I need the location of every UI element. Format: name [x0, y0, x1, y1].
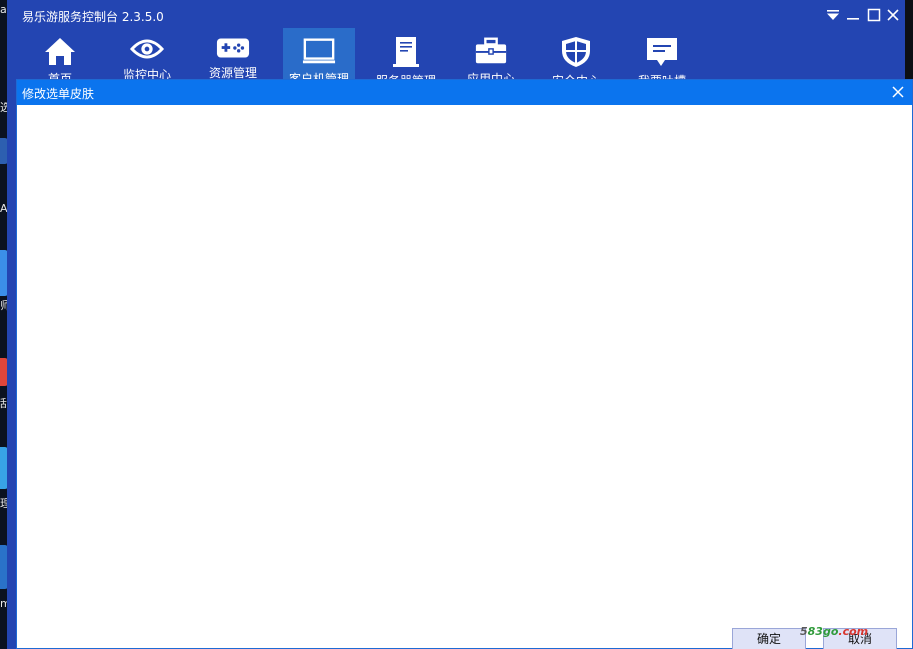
message-icon: [647, 38, 677, 66]
dialog-titlebar[interactable]: 修改选单皮肤: [17, 80, 912, 105]
toolbar-item-feedback[interactable]: 我要吐槽: [626, 28, 698, 80]
confirm-button[interactable]: 确定: [732, 628, 806, 649]
toolbar-item-server-management[interactable]: 服务器管理: [370, 28, 442, 80]
minimize-icon: [847, 18, 859, 20]
toolbar-item-client-management[interactable]: 客户机管理: [283, 28, 355, 80]
menu-dropdown-button[interactable]: [824, 6, 842, 24]
maximize-button[interactable]: [865, 6, 883, 24]
dialog-content-area: [17, 105, 912, 625]
shield-icon: [562, 37, 590, 67]
maximize-icon: [867, 8, 881, 22]
close-icon: [892, 86, 904, 98]
toolbox-icon: [475, 37, 507, 64]
close-window-button[interactable]: [884, 6, 902, 24]
minimize-button[interactable]: [844, 6, 862, 24]
eye-icon: [130, 39, 164, 59]
main-toolbar: 首页 监控中心 资源管理 客户机管理 应用中心: [7, 28, 905, 80]
toolbar-item-security-center[interactable]: 安全中心: [540, 28, 612, 80]
site-watermark: 583go.com: [800, 625, 869, 638]
dropdown-triangle-icon: [827, 10, 839, 20]
toolbar-item-label: 资源管理: [208, 66, 257, 80]
toolbar-item-resource-management[interactable]: 资源管理: [197, 28, 269, 80]
monitor-icon: [302, 38, 336, 64]
title-bar[interactable]: 易乐游服务控制台 2.3.5.0: [7, 0, 905, 30]
toolbar-item-app-center[interactable]: 应用中心: [455, 28, 527, 80]
home-icon: [45, 38, 75, 65]
skin-dialog: 修改选单皮肤 确定 取消: [16, 79, 913, 649]
toolbar-item-label: 监控中心: [122, 68, 171, 80]
server-icon: [393, 37, 419, 67]
toolbar-item-monitor-center[interactable]: 监控中心: [111, 28, 183, 80]
app-title: 易乐游服务控制台 2.3.5.0: [22, 10, 164, 24]
toolbar-item-home[interactable]: 首页: [24, 28, 96, 80]
dialog-close-button[interactable]: [890, 84, 906, 100]
close-icon: [887, 9, 899, 21]
gamepad-icon: [216, 38, 250, 58]
dialog-title: 修改选单皮肤: [22, 87, 95, 101]
